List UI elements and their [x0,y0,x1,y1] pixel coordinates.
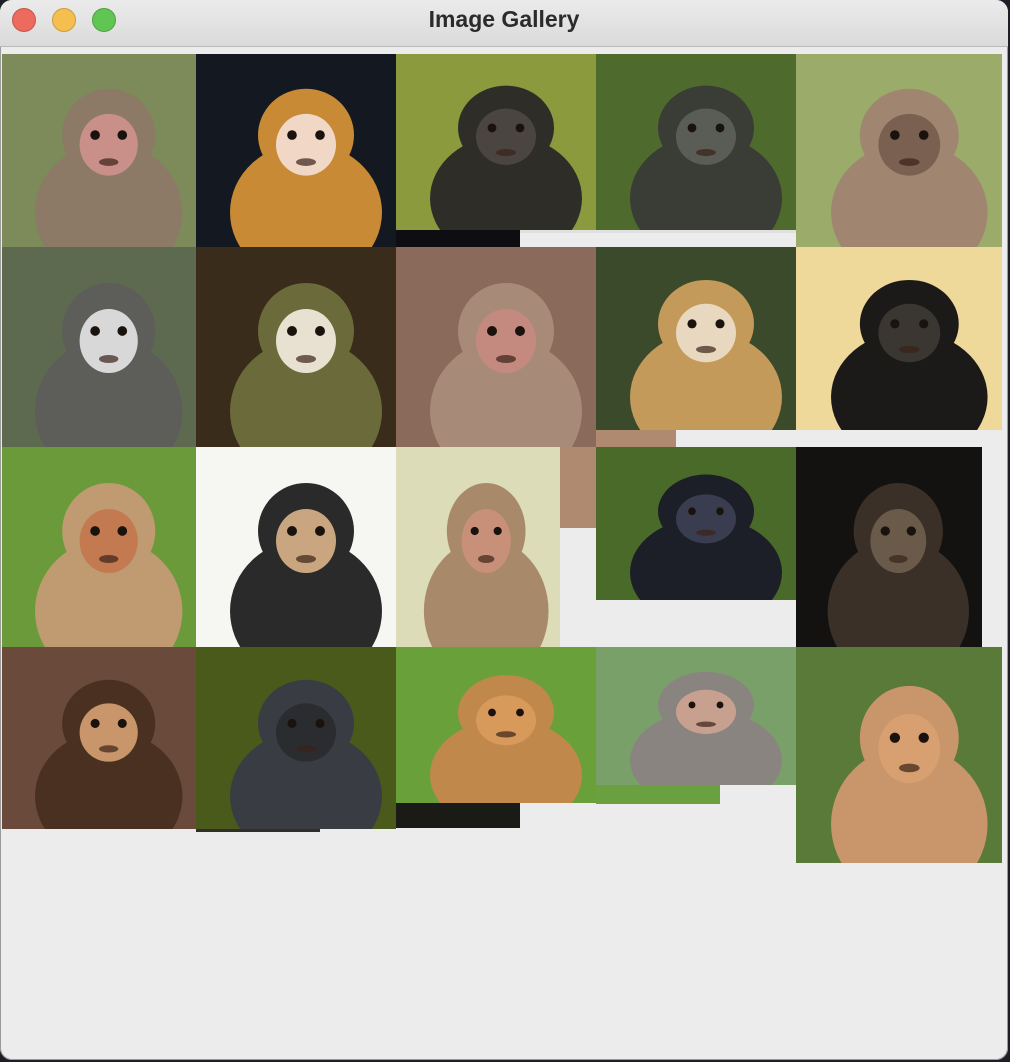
monkey-photo [196,247,396,447]
monkey-photo [396,247,596,447]
thumbnail-spider-monkeys[interactable] [796,447,982,647]
thumbnail-monkey-in-leaves[interactable] [396,54,596,230]
image-gallery-window: Image Gallery [0,0,1008,1060]
monkey-photo [796,54,1002,247]
thumbnail-squirrel-monkey-rope[interactable] [596,247,796,430]
monkey-photo [796,447,982,647]
monkey-photo [2,647,196,829]
monkey-photo [396,54,596,230]
thumbnail-chimp-waiter[interactable] [2,647,196,829]
thumbnail-black-monkey-yellow-bg[interactable] [796,247,1002,430]
image-grid [0,0,1008,1060]
image-overflow-sliver [396,803,520,828]
monkey-photo [796,647,1002,863]
thumbnail-macaque-face[interactable] [396,247,596,447]
thumbnail-proboscis-monkey[interactable] [2,447,196,647]
monkey-photo [396,447,560,647]
monkey-photo [196,647,396,829]
thumbnail-emperor-tamarin[interactable] [2,247,196,447]
monkey-photo [196,447,396,647]
monkey-photo [2,54,196,247]
thumbnail-macaque-family[interactable] [2,54,196,247]
thumbnail-monkey-illustrations[interactable] [196,447,396,647]
thumbnail-long-tailed-macaque[interactable] [596,647,796,785]
monkey-photo [2,247,196,447]
thumbnail-orange-baby-monkey[interactable] [196,54,396,247]
thumbnail-blue-monkey[interactable] [196,647,396,829]
thumbnail-grinning-gray-monkey[interactable] [596,54,796,230]
thumbnail-bonnet-macaque[interactable] [396,447,560,647]
image-overflow-sliver [196,829,320,832]
monkey-photo [2,447,196,647]
thumbnail-proboscis-yawn[interactable] [796,647,1002,863]
monkey-photo [196,54,396,247]
thumbnail-squirrel-monkey-closeup[interactable] [196,247,396,447]
image-overflow-sliver [596,785,720,804]
monkey-photo [796,247,1002,430]
image-overflow-sliver [396,230,520,247]
thumbnail-black-macaque[interactable] [596,447,796,600]
image-overflow-sliver [520,230,796,233]
thumbnail-proboscis-profile[interactable] [396,647,596,803]
thumbnail-brown-monkey-side[interactable] [796,54,1002,247]
monkey-photo [596,447,796,600]
monkey-photo [596,54,796,230]
monkey-photo [596,647,796,785]
monkey-photo [396,647,596,803]
monkey-photo [596,247,796,430]
